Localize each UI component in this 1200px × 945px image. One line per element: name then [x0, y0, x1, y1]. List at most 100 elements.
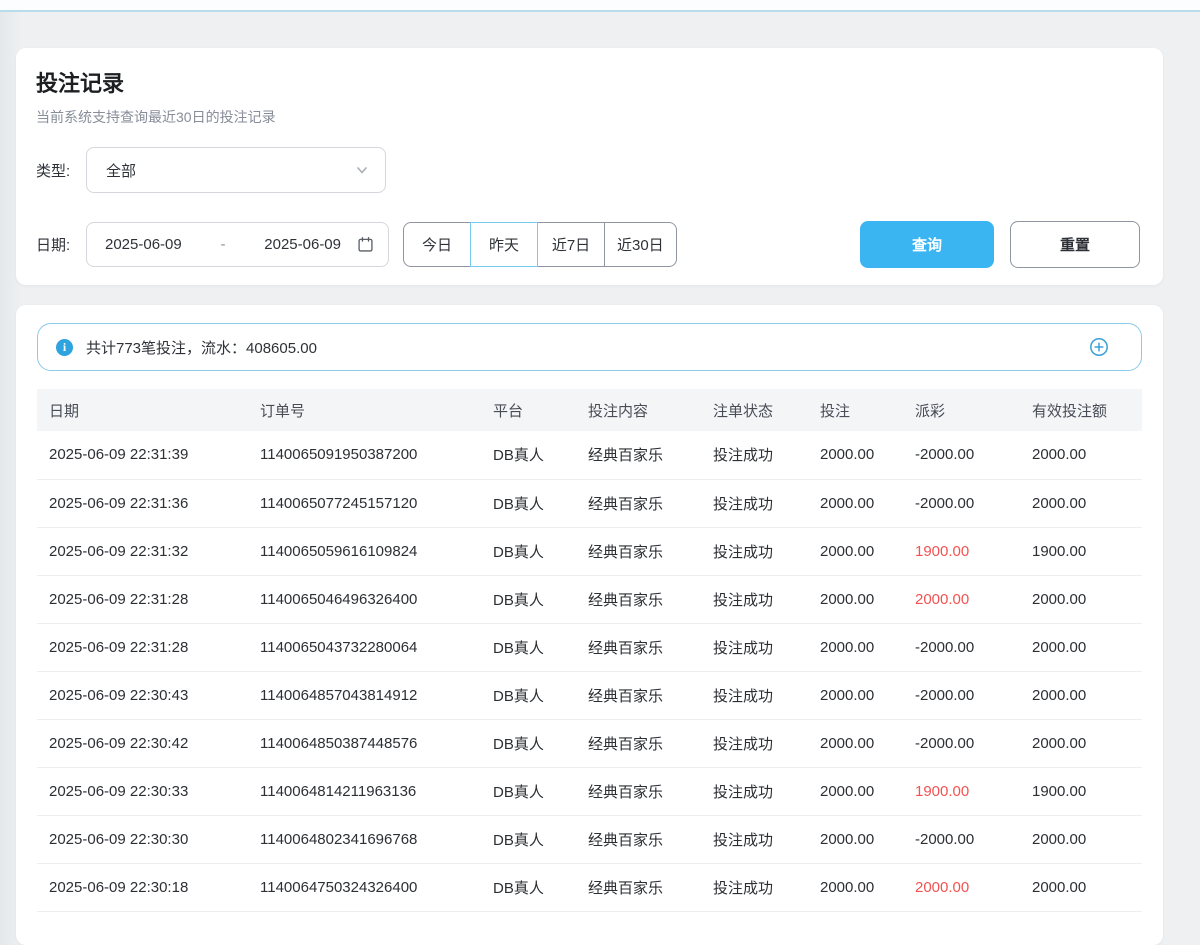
cell-bet-content: 经典百家乐: [576, 719, 701, 767]
cell-order-id: 1140064750324326400: [248, 863, 481, 911]
cell-status: 投注成功: [701, 527, 808, 575]
table-row: 2025-06-09 22:31:281140065046496326400DB…: [37, 575, 1142, 623]
cell-bet-amount: 2000.00: [808, 815, 903, 863]
table-row: 2025-06-09 22:30:181140064750324326400DB…: [37, 863, 1142, 911]
date-start-value[interactable]: 2025-06-09: [105, 236, 182, 253]
date-range-separator: -: [182, 236, 265, 253]
cell-valid-bet: 1900.00: [1020, 767, 1142, 815]
quick-range-group: 今日 昨天 近7日 近30日: [403, 222, 677, 267]
cell-status: 投注成功: [701, 767, 808, 815]
quick-range-30days[interactable]: 近30日: [604, 222, 677, 267]
cell-platform: DB真人: [481, 767, 576, 815]
info-icon: i: [56, 339, 73, 356]
cell-bet-content: 经典百家乐: [576, 431, 701, 479]
cell-date: 2025-06-09 22:30:43: [37, 671, 248, 719]
column-header: 平台: [481, 389, 576, 431]
calendar-icon: [357, 236, 374, 253]
cell-bet-content: 经典百家乐: [576, 575, 701, 623]
column-header: 投注: [808, 389, 903, 431]
reset-button[interactable]: 重置: [1010, 221, 1140, 268]
cell-payout: -2000.00: [903, 671, 1020, 719]
cell-platform: DB真人: [481, 431, 576, 479]
cell-bet-content: 经典百家乐: [576, 863, 701, 911]
cell-order-id: 1140065077245157120: [248, 479, 481, 527]
table-row: 2025-06-09 22:30:301140064802341696768DB…: [37, 815, 1142, 863]
cell-date: 2025-06-09 22:31:39: [37, 431, 248, 479]
cell-date: 2025-06-09 22:30:33: [37, 767, 248, 815]
cell-valid-bet: 2000.00: [1020, 575, 1142, 623]
column-header: 有效投注额: [1020, 389, 1142, 431]
quick-range-yesterday[interactable]: 昨天: [470, 222, 538, 267]
date-label: 日期:: [36, 234, 86, 255]
table-row: 2025-06-09 22:30:421140064850387448576DB…: [37, 719, 1142, 767]
cell-platform: DB真人: [481, 671, 576, 719]
table-row: 2025-06-09 22:30:331140064814211963136DB…: [37, 767, 1142, 815]
quick-range-7days[interactable]: 近7日: [537, 222, 605, 267]
cell-status: 投注成功: [701, 575, 808, 623]
summary-alert: i 共计773笔投注，流水：408605.00: [37, 323, 1142, 371]
cell-platform: DB真人: [481, 527, 576, 575]
cell-order-id: 1140065091950387200: [248, 431, 481, 479]
cell-bet-content: 经典百家乐: [576, 671, 701, 719]
column-header: 注单状态: [701, 389, 808, 431]
cell-date: 2025-06-09 22:30:30: [37, 815, 248, 863]
column-header: 派彩: [903, 389, 1020, 431]
cell-date: 2025-06-09 22:30:42: [37, 719, 248, 767]
cell-bet-content: 经典百家乐: [576, 479, 701, 527]
cell-platform: DB真人: [481, 623, 576, 671]
cell-status: 投注成功: [701, 623, 808, 671]
summary-text: 共计773笔投注，流水：408605.00: [86, 337, 317, 358]
table-row: 2025-06-09 22:31:361140065077245157120DB…: [37, 479, 1142, 527]
cell-valid-bet: 2000.00: [1020, 479, 1142, 527]
cell-bet-content: 经典百家乐: [576, 623, 701, 671]
table-header-row: 日期订单号平台投注内容注单状态投注派彩有效投注额: [37, 389, 1142, 431]
cell-payout: -2000.00: [903, 815, 1020, 863]
cell-valid-bet: 2000.00: [1020, 623, 1142, 671]
cell-bet-content: 经典百家乐: [576, 815, 701, 863]
cell-payout: 2000.00: [903, 575, 1020, 623]
cell-status: 投注成功: [701, 431, 808, 479]
type-select-value: 全部: [106, 160, 355, 181]
table-row: 2025-06-09 22:30:431140064857043814912DB…: [37, 671, 1142, 719]
cell-date: 2025-06-09 22:31:28: [37, 623, 248, 671]
cell-order-id: 1140064802341696768: [248, 815, 481, 863]
results-card: i 共计773笔投注，流水：408605.00 日期订单号平台投注内容注单状态投…: [16, 305, 1163, 945]
cell-valid-bet: 2000.00: [1020, 431, 1142, 479]
plus-circle-icon[interactable]: [1089, 337, 1109, 357]
type-select[interactable]: 全部: [86, 147, 386, 193]
bet-records-table: 日期订单号平台投注内容注单状态投注派彩有效投注额 2025-06-09 22:3…: [37, 389, 1142, 912]
search-button[interactable]: 查询: [860, 221, 994, 268]
date-range-picker[interactable]: 2025-06-09 - 2025-06-09: [86, 222, 389, 267]
cell-date: 2025-06-09 22:30:18: [37, 863, 248, 911]
cell-payout: 2000.00: [903, 863, 1020, 911]
cell-valid-bet: 2000.00: [1020, 719, 1142, 767]
cell-bet-amount: 2000.00: [808, 527, 903, 575]
quick-range-today[interactable]: 今日: [403, 222, 471, 267]
cell-payout: 1900.00: [903, 527, 1020, 575]
page-subtitle: 当前系统支持查询最近30日的投注记录: [36, 107, 1143, 127]
cell-bet-amount: 2000.00: [808, 863, 903, 911]
cell-date: 2025-06-09 22:31:36: [37, 479, 248, 527]
column-header: 投注内容: [576, 389, 701, 431]
cell-valid-bet: 2000.00: [1020, 863, 1142, 911]
cell-bet-content: 经典百家乐: [576, 527, 701, 575]
cell-bet-amount: 2000.00: [808, 623, 903, 671]
table-row: 2025-06-09 22:31:391140065091950387200DB…: [37, 431, 1142, 479]
cell-order-id: 1140065043732280064: [248, 623, 481, 671]
chevron-down-icon: [355, 163, 369, 177]
date-end-value[interactable]: 2025-06-09: [264, 236, 341, 253]
cell-bet-amount: 2000.00: [808, 719, 903, 767]
cell-bet-amount: 2000.00: [808, 767, 903, 815]
cell-order-id: 1140064814211963136: [248, 767, 481, 815]
cell-valid-bet: 1900.00: [1020, 527, 1142, 575]
page-title: 投注记录: [36, 66, 1143, 98]
cell-date: 2025-06-09 22:31:32: [37, 527, 248, 575]
column-header: 日期: [37, 389, 248, 431]
cell-order-id: 1140065059616109824: [248, 527, 481, 575]
cell-bet-amount: 2000.00: [808, 431, 903, 479]
cell-status: 投注成功: [701, 479, 808, 527]
top-divider-strip: [0, 0, 1200, 12]
cell-order-id: 1140065046496326400: [248, 575, 481, 623]
type-label: 类型:: [36, 160, 86, 181]
cell-bet-content: 经典百家乐: [576, 767, 701, 815]
